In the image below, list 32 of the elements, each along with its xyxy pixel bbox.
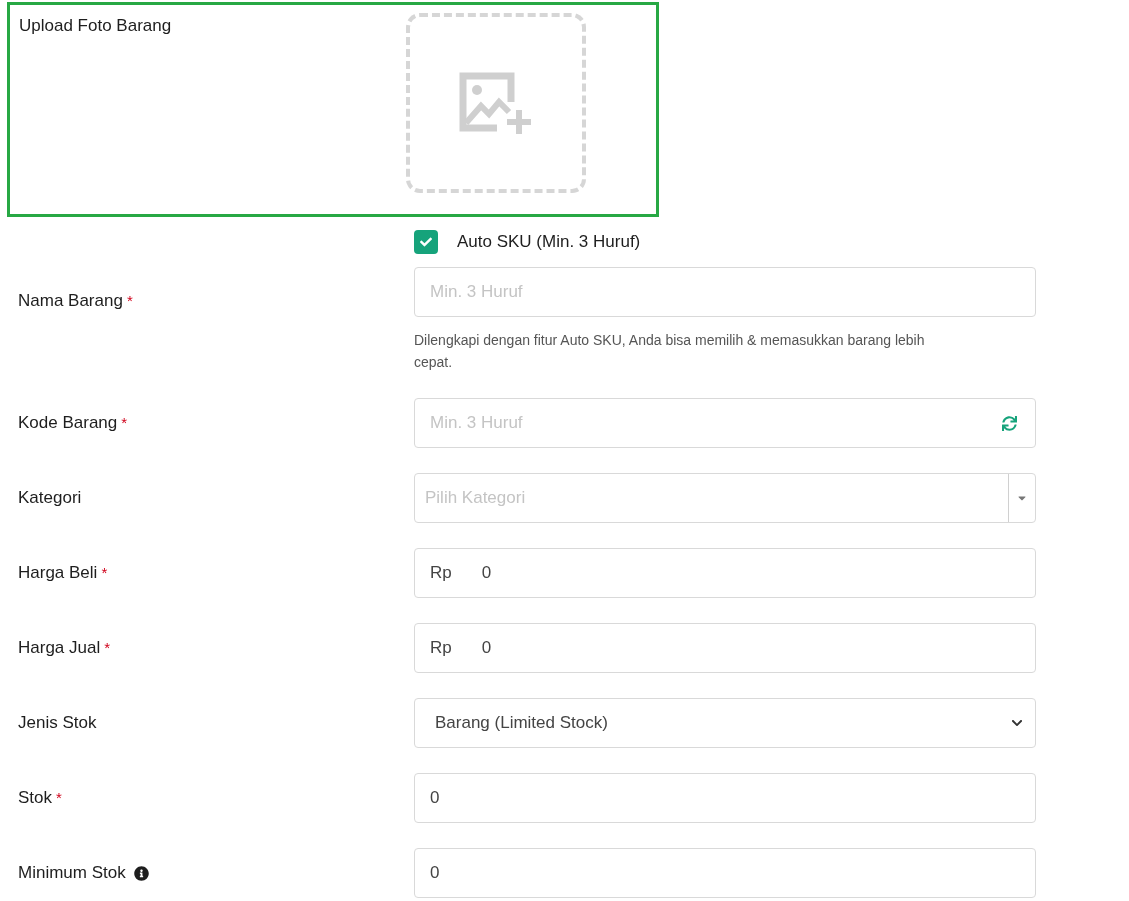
required-mark: *: [101, 563, 108, 583]
required-mark: *: [126, 291, 133, 311]
currency-prefix: Rp: [429, 638, 453, 658]
number-input[interactable]: 0: [415, 774, 1035, 822]
field-label: Minimum Stok: [18, 862, 126, 884]
check-icon: [420, 236, 432, 248]
chevron-down-icon: [1011, 717, 1023, 729]
text-input[interactable]: Min. 3 Huruf: [415, 268, 1035, 316]
required-mark: *: [104, 638, 111, 658]
required-mark: *: [56, 788, 62, 808]
price-input[interactable]: 0: [466, 624, 1035, 672]
field-label: Harga Jual: [18, 637, 101, 659]
field-label: Kode Barang: [18, 412, 118, 434]
field-label: Nama Barang: [18, 290, 123, 312]
field-label: Stok: [18, 787, 53, 809]
help-text: Dilengkapi dengan fitur Auto SKU, Anda bisa memilih & memasukkan barang lebih cepat.: [414, 331, 926, 372]
field-label: Upload Foto Barang: [19, 15, 173, 37]
number-input[interactable]: 0: [415, 849, 1035, 897]
checkbox-label: Auto SKU (Min. 3 Huruf): [457, 232, 641, 252]
image-add-icon: [459, 70, 533, 136]
price-field[interactable]: Rp 0: [414, 623, 1036, 673]
required-mark: *: [121, 413, 128, 433]
field-label: Harga Beli: [18, 562, 98, 584]
price-input[interactable]: 0: [466, 549, 1035, 597]
field-label: Jenis Stok: [18, 712, 97, 734]
refresh-icon[interactable]: [1002, 415, 1017, 431]
price-field[interactable]: Rp 0: [414, 548, 1036, 598]
info-icon[interactable]: [133, 865, 149, 881]
currency-prefix: Rp: [429, 563, 453, 583]
checkbox[interactable]: [414, 230, 438, 254]
stock-type-select[interactable]: Barang (Limited Stock): [414, 698, 1036, 748]
field-label: Kategori: [18, 487, 82, 509]
